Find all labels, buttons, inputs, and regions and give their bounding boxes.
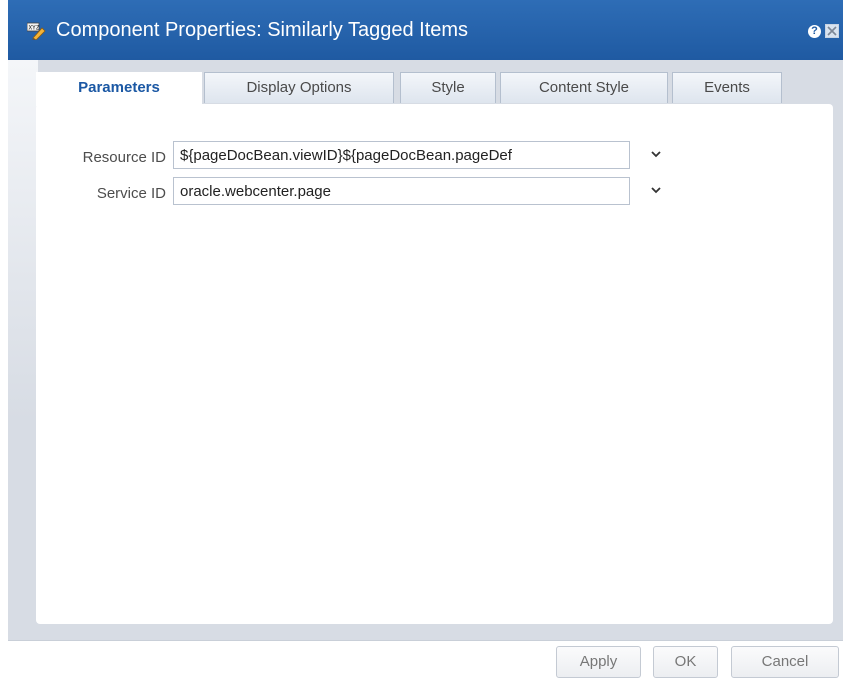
service-id-label: Service ID xyxy=(96,185,166,202)
tab-events[interactable]: Events xyxy=(672,72,782,103)
help-icon[interactable]: ? xyxy=(808,25,821,38)
parameters-panel: Resource ID Service ID xyxy=(36,104,833,624)
service-id-dropdown-chevron-icon[interactable] xyxy=(649,183,663,197)
tab-parameters[interactable]: Parameters xyxy=(36,72,202,106)
dialog-titlebar[interactable]: XYZ Component Properties: Similarly Tagg… xyxy=(8,0,843,60)
service-id-field[interactable] xyxy=(173,177,630,205)
ok-button[interactable]: OK xyxy=(653,646,718,678)
tab-display-options[interactable]: Display Options xyxy=(204,72,394,103)
cancel-button[interactable]: Cancel xyxy=(731,646,839,678)
resource-id-label: Resource ID xyxy=(82,149,166,166)
svg-text:XYZ: XYZ xyxy=(29,25,40,32)
close-icon[interactable] xyxy=(825,24,839,38)
edit-properties-icon: XYZ xyxy=(26,22,47,41)
component-properties-dialog: XYZ Component Properties: Similarly Tagg… xyxy=(8,0,843,687)
apply-button[interactable]: Apply xyxy=(556,646,641,678)
dialog-title: Component Properties: Similarly Tagged I… xyxy=(56,19,469,41)
footer-divider xyxy=(8,640,843,641)
resource-id-field[interactable] xyxy=(173,141,630,169)
tab-content-style[interactable]: Content Style xyxy=(500,72,668,103)
resource-id-dropdown-chevron-icon[interactable] xyxy=(649,147,663,161)
tab-style[interactable]: Style xyxy=(400,72,496,103)
